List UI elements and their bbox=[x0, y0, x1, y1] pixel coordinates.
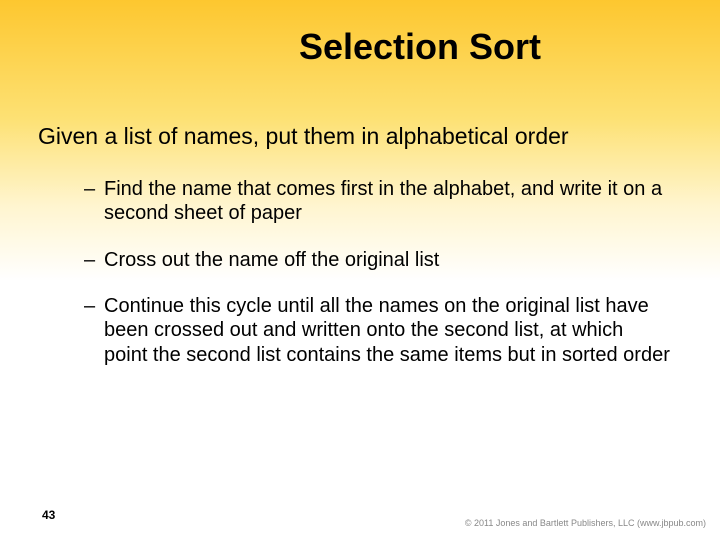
slide-title: Selection Sort bbox=[0, 0, 720, 68]
list-item: Find the name that comes first in the al… bbox=[84, 177, 670, 226]
bullet-list: Find the name that comes first in the al… bbox=[38, 177, 670, 367]
list-item: Continue this cycle until all the names … bbox=[84, 294, 670, 367]
copyright-text: © 2011 Jones and Bartlett Publishers, LL… bbox=[465, 518, 706, 528]
slide-content: Given a list of names, put them in alpha… bbox=[0, 68, 720, 367]
intro-text: Given a list of names, put them in alpha… bbox=[38, 122, 670, 151]
page-number: 43 bbox=[42, 508, 55, 522]
list-item: Cross out the name off the original list bbox=[84, 248, 670, 272]
